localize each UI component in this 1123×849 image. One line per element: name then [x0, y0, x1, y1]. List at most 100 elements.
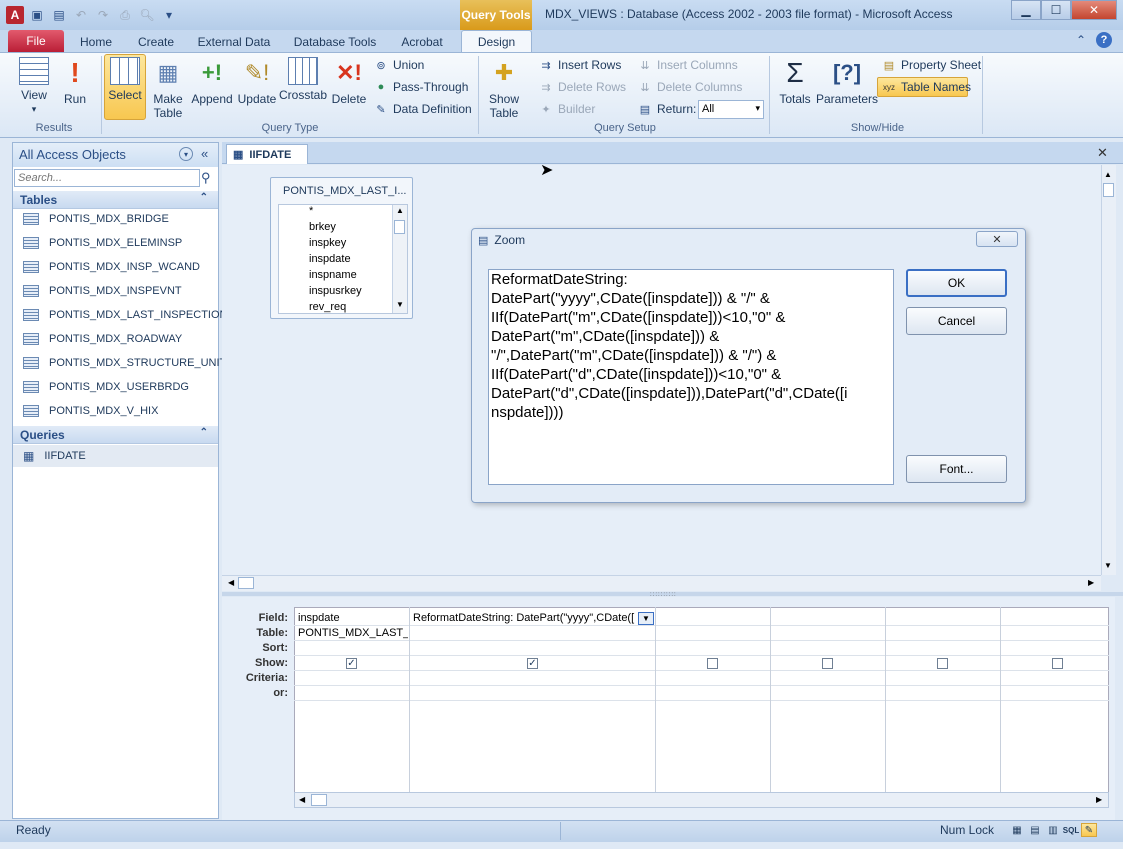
make-table-button[interactable]: ▦ Make Table	[148, 57, 188, 121]
sql-view-icon[interactable]: SQL	[1063, 823, 1079, 837]
field-item[interactable]: inspdate	[309, 253, 351, 265]
zoom-font-button[interactable]: Font...	[906, 455, 1007, 483]
parameters-button[interactable]: [?] Parameters	[816, 57, 878, 107]
view-button[interactable]: View ▾	[14, 57, 54, 116]
save-icon[interactable]: ▣	[28, 6, 46, 24]
zoom-text-scrollbar[interactable]: ▲ ▼	[893, 270, 894, 484]
show-checkbox[interactable]	[707, 658, 718, 669]
field-item[interactable]: inspkey	[309, 237, 346, 249]
table-field-list-title[interactable]: PONTIS_MDX_LAST_I...	[271, 178, 412, 204]
scroll-thumb[interactable]	[1103, 183, 1114, 197]
field-list-scrollbar[interactable]: ▲ ▼	[392, 205, 407, 313]
pass-through-button[interactable]: ● Pass-Through	[373, 80, 469, 94]
field-item[interactable]: *	[309, 205, 313, 217]
tab-external-data[interactable]: External Data	[195, 32, 273, 52]
grid-field-cell[interactable]: inspdate	[298, 612, 406, 624]
nav-table-item[interactable]: PONTIS_MDX_ROADWAY	[23, 328, 182, 350]
nav-table-item[interactable]: PONTIS_MDX_INSP_WCAND	[23, 256, 200, 278]
nav-table-item[interactable]: PONTIS_MDX_BRIDGE	[23, 208, 169, 230]
zoom-close-button[interactable]: ✕	[976, 231, 1018, 247]
pane-splitter[interactable]: ::::::::::	[222, 592, 1123, 598]
scroll-thumb[interactable]	[238, 577, 254, 589]
field-item[interactable]: rev_req	[309, 301, 346, 313]
grid-horizontal-scrollbar[interactable]: ◀ ▶	[294, 792, 1109, 808]
delete-button[interactable]: ✕! Delete	[329, 57, 369, 107]
print-icon[interactable]: ⎙	[116, 6, 134, 24]
tab-acrobat[interactable]: Acrobat	[395, 32, 449, 52]
delete-columns-button[interactable]: ⇊ Delete Columns	[637, 80, 742, 94]
close-button[interactable]: ✕	[1071, 0, 1117, 20]
nav-table-item[interactable]: PONTIS_MDX_INSPEVNT	[23, 280, 182, 302]
grid-field-cell-expression[interactable]: ReformatDateString: DatePart("yyyy",CDat…	[413, 612, 637, 624]
scroll-left-icon[interactable]: ◀	[299, 795, 305, 804]
nav-table-item[interactable]: PONTIS_MDX_USERBRDG	[23, 376, 189, 398]
run-button[interactable]: ! Run	[58, 57, 92, 107]
crosstab-button[interactable]: Crosstab	[279, 57, 327, 102]
field-item[interactable]: inspusrkey	[309, 285, 362, 297]
collapse-pane-icon[interactable]: «	[201, 146, 208, 161]
tab-home[interactable]: Home	[75, 32, 117, 52]
insert-columns-button[interactable]: ⇊ Insert Columns	[637, 58, 737, 72]
data-definition-button[interactable]: ✎ Data Definition	[373, 102, 471, 116]
maximize-button[interactable]: ☐	[1041, 0, 1071, 20]
union-button[interactable]: ⊚ Union	[373, 58, 424, 72]
show-table-button[interactable]: ✚ Show Table	[482, 57, 526, 121]
zoom-ok-button[interactable]: OK	[906, 269, 1007, 297]
zoom-cancel-button[interactable]: Cancel	[906, 307, 1007, 335]
search-icon[interactable]: ⚲	[201, 170, 211, 186]
scroll-down-icon[interactable]: ▼	[396, 300, 404, 309]
show-checkbox[interactable]	[822, 658, 833, 669]
datasheet-view-icon[interactable]: ▦	[1009, 823, 1025, 837]
nav-query-item[interactable]: ▦ IIFDATE	[23, 445, 86, 467]
upper-vertical-scrollbar[interactable]: ▲ ▼	[1101, 165, 1116, 575]
scroll-up-icon[interactable]: ▲	[1104, 170, 1112, 179]
builder-button[interactable]: ✦ Builder	[538, 102, 595, 116]
property-sheet-button[interactable]: ▤ Property Sheet	[881, 58, 981, 72]
help-icon[interactable]: ?	[1096, 32, 1112, 48]
totals-button[interactable]: Σ Totals	[775, 57, 815, 107]
scroll-thumb[interactable]	[394, 220, 405, 234]
undo-icon[interactable]: ↶	[72, 6, 90, 24]
nav-table-item[interactable]: PONTIS_MDX_V_HIX	[23, 400, 158, 422]
form-icon[interactable]: ▤	[50, 6, 68, 24]
scroll-thumb[interactable]	[311, 794, 327, 806]
queries-section-header[interactable]: Queries ⌃	[13, 426, 218, 444]
show-checkbox[interactable]: ✓	[346, 658, 357, 669]
customize-qat-icon[interactable]: ▾	[160, 6, 178, 24]
nav-menu-chevron-icon[interactable]: ▾	[179, 147, 193, 161]
tab-file[interactable]: File	[8, 30, 64, 52]
upper-horizontal-scrollbar[interactable]: ◀ ▶	[222, 575, 1101, 591]
tab-database-tools[interactable]: Database Tools	[290, 32, 380, 52]
nav-table-item[interactable]: PONTIS_MDX_ELEMINSP	[23, 232, 182, 254]
show-checkbox[interactable]: ✓	[527, 658, 538, 669]
zoom-text-area[interactable]: ReformatDateString: DatePart("yyyy",CDat…	[488, 269, 894, 485]
select-button[interactable]: Select	[104, 57, 146, 102]
minimize-ribbon-icon[interactable]: ⌃	[1076, 33, 1086, 47]
field-dropdown-button[interactable]: ▼	[638, 612, 654, 625]
tables-section-header[interactable]: Tables ⌃	[13, 191, 218, 209]
nav-search-input[interactable]	[14, 169, 200, 187]
minimize-button[interactable]: ▁	[1011, 0, 1041, 20]
scroll-down-icon[interactable]: ▼	[1104, 561, 1112, 570]
scroll-right-icon[interactable]: ▶	[1088, 578, 1094, 587]
scroll-left-icon[interactable]: ◀	[228, 578, 234, 587]
show-checkbox[interactable]	[1052, 658, 1063, 669]
pivot-chart-view-icon[interactable]: ▥	[1045, 823, 1061, 837]
table-names-button[interactable]: xyz Table Names	[881, 80, 971, 94]
scroll-up-icon[interactable]: ▲	[396, 206, 404, 215]
field-item[interactable]: brkey	[309, 221, 336, 233]
delete-rows-button[interactable]: ⇉ Delete Rows	[538, 80, 626, 94]
document-tab-iifdate[interactable]: ▦ IIFDATE	[226, 144, 308, 164]
table-field-list[interactable]: PONTIS_MDX_LAST_I... * brkey inspkey ins…	[270, 177, 413, 319]
redo-icon[interactable]: ↷	[94, 6, 112, 24]
nav-table-item[interactable]: PONTIS_MDX_LAST_INSPECTION	[23, 304, 228, 326]
show-checkbox[interactable]	[937, 658, 948, 669]
insert-rows-button[interactable]: ⇉ Insert Rows	[538, 58, 621, 72]
nav-table-item[interactable]: PONTIS_MDX_STRUCTURE_UNIT	[23, 352, 226, 374]
append-button[interactable]: +! Append	[190, 57, 234, 107]
tab-design[interactable]: Design	[461, 32, 532, 52]
field-item[interactable]: inspname	[309, 269, 357, 281]
scroll-right-icon[interactable]: ▶	[1096, 795, 1102, 804]
close-document-icon[interactable]: ✕	[1097, 145, 1108, 161]
return-select[interactable]: All ▾	[698, 100, 764, 119]
